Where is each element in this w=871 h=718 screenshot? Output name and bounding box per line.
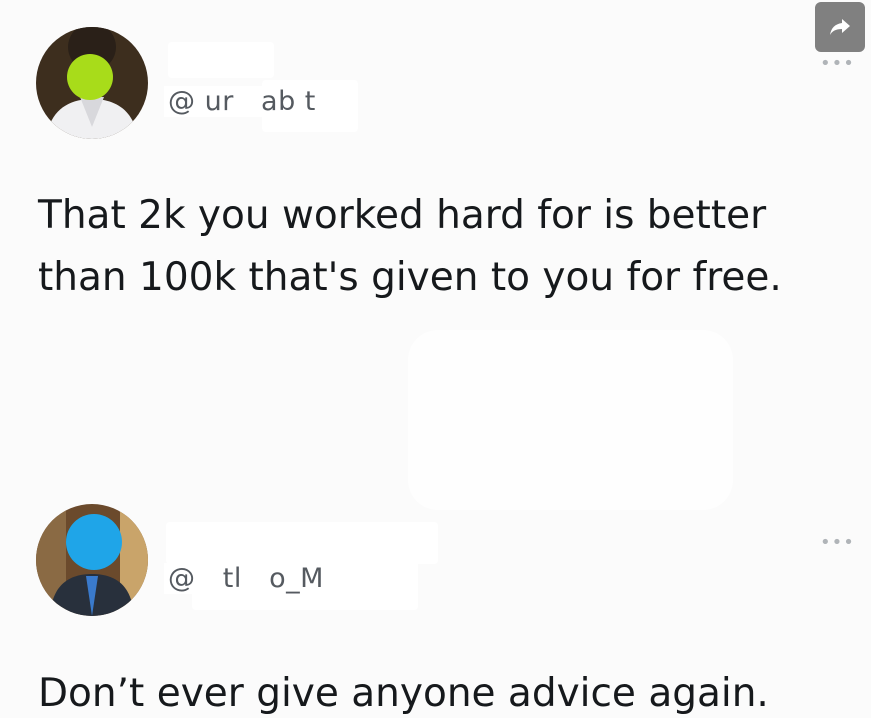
user-handle[interactable]: @ ur ab t — [164, 86, 320, 117]
faded-image-area — [408, 330, 733, 510]
tweet-text: That 2k you worked hard for is better th… — [38, 193, 782, 300]
avatar-icon — [36, 504, 148, 616]
avatar-1[interactable] — [36, 27, 148, 139]
name-redaction — [166, 522, 438, 564]
tweet-text: Don’t ever give anyone advice again. — [38, 671, 769, 716]
tweet-2: @ tl o_M ••• Don’t ever give anyone advi… — [0, 500, 871, 718]
more-options-icon[interactable]: ••• — [820, 53, 855, 74]
screenshot: @ ur ab t ••• That 2k you worked hard fo… — [0, 0, 871, 718]
more-options-icon[interactable]: ••• — [820, 532, 855, 553]
avatar-icon — [36, 27, 148, 139]
user-handle[interactable]: @ tl o_M — [164, 563, 328, 594]
name-redaction — [168, 42, 274, 78]
avatar-2[interactable] — [36, 504, 148, 616]
tweet-1: @ ur ab t ••• That 2k you worked hard fo… — [0, 0, 871, 330]
